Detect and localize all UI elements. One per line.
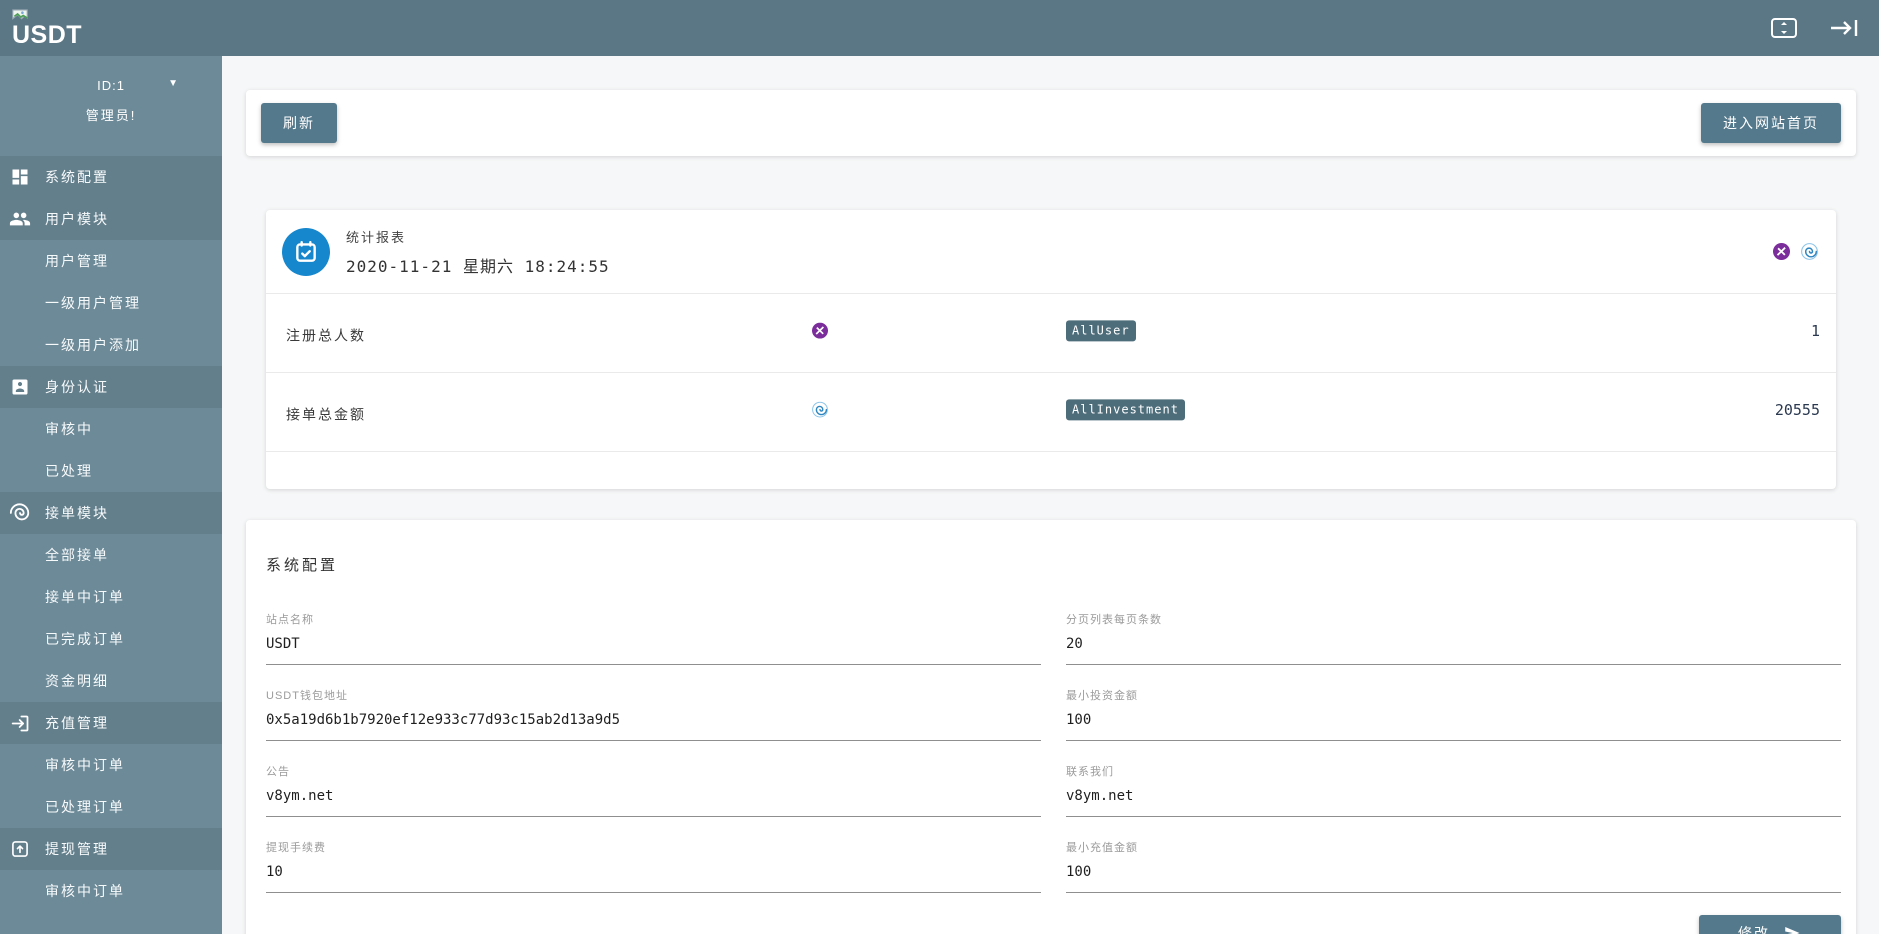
stats-value: 20555	[1774, 401, 1820, 420]
homepage-button[interactable]: 进入网站首页	[1701, 103, 1841, 143]
stats-row-total-investment: 接单总金额 AllInvestment 20555	[266, 373, 1836, 452]
users-icon	[8, 207, 32, 231]
sidebar-item-withdraw-manage[interactable]: 提现管理	[0, 828, 222, 870]
withdraw-icon	[8, 837, 32, 861]
stats-datetime: 2020-11-21 星期六 18:24:55	[346, 256, 610, 276]
sidebar-item-recharge-processed[interactable]: 已处理订单	[0, 786, 222, 828]
config-title: 系统配置	[266, 557, 339, 574]
sidebar-item-orders-completed[interactable]: 已完成订单	[0, 618, 222, 660]
sidebar-item-user-manage[interactable]: 用户管理	[0, 240, 222, 282]
topbar: USDT	[0, 0, 1879, 56]
contact-us-input[interactable]	[1066, 779, 1841, 817]
send-icon	[1782, 924, 1802, 934]
spiral-blue-icon	[812, 401, 828, 418]
dashboard-icon	[8, 165, 32, 189]
field-announcement: 公告	[266, 755, 1041, 831]
sidebar-user-panel: ID:1 ▼ 管理员!	[0, 56, 222, 130]
page-size-input[interactable]	[1066, 627, 1841, 665]
sidebar-item-l1-user-manage[interactable]: 一级用户管理	[0, 282, 222, 324]
field-withdraw-fee: 提现手续费	[266, 831, 1041, 907]
min-recharge-input[interactable]	[1066, 855, 1841, 893]
stats-card: 统计报表 2020-11-21 星期六 18:24:55 注册总人数 AllUs…	[266, 210, 1836, 489]
calendar-check-icon	[282, 227, 330, 276]
stats-row-label: 注册总人数	[286, 327, 366, 344]
stats-badge: AllUser	[1066, 320, 1136, 342]
sidebar-item-user-module[interactable]: 用户模块	[0, 198, 222, 240]
sidebar: ID:1 ▼ 管理员! 系统配置 用户模块 用户管理 一级用户管理 一级用户添加…	[0, 56, 222, 934]
sidebar-item-l1-user-add[interactable]: 一级用户添加	[0, 324, 222, 366]
spiral-blue-icon	[1801, 243, 1818, 260]
stats-badge: AllInvestment	[1066, 399, 1185, 421]
withdraw-fee-input[interactable]	[266, 855, 1041, 893]
field-page-size: 分页列表每页条数	[1066, 603, 1841, 679]
globe-purple-icon	[1773, 243, 1790, 260]
stats-row-label: 接单总金额	[286, 406, 366, 423]
sidebar-menu: 系统配置 用户模块 用户管理 一级用户管理 一级用户添加 身份认证 审核中 已处…	[0, 156, 222, 912]
stats-header: 统计报表 2020-11-21 星期六 18:24:55	[266, 210, 1836, 294]
sidebar-item-identity-auth[interactable]: 身份认证	[0, 366, 222, 408]
spiral-icon	[8, 501, 32, 525]
field-min-investment: 最小投资金额	[1066, 679, 1841, 755]
min-investment-input[interactable]	[1066, 703, 1841, 741]
field-min-recharge: 最小充值金额	[1066, 831, 1841, 907]
site-name-input[interactable]	[266, 627, 1041, 665]
sidebar-item-recharge-reviewing[interactable]: 审核中订单	[0, 744, 222, 786]
stats-row-registered-users: 注册总人数 AllUser 1	[266, 294, 1836, 373]
field-contact-us: 联系我们	[1066, 755, 1841, 831]
refresh-button[interactable]: 刷新	[261, 103, 337, 143]
stats-title: 统计报表	[346, 229, 407, 245]
usdt-wallet-input[interactable]	[266, 703, 1041, 741]
modify-button[interactable]: 修改	[1699, 915, 1841, 934]
toolbar-card: 刷新 进入网站首页	[246, 90, 1856, 156]
sidebar-item-orders-in-progress[interactable]: 接单中订单	[0, 576, 222, 618]
sidebar-item-order-module[interactable]: 接单模块	[0, 492, 222, 534]
sidebar-item-reviewing[interactable]: 审核中	[0, 408, 222, 450]
brand: USDT	[12, 8, 83, 49]
user-role: 管理员!	[85, 108, 137, 123]
sidebar-item-fund-details[interactable]: 资金明细	[0, 660, 222, 702]
brand-title: USDT	[12, 20, 83, 49]
main-content: 刷新 进入网站首页 统计报表 2020-11-21 星期六 18:24:55 注…	[222, 56, 1879, 934]
config-fields: 站点名称 分页列表每页条数 USDT钱包地址 最小投资金额 公告	[266, 603, 1841, 907]
stats-value: 1	[1810, 322, 1820, 341]
fullscreen-icon[interactable]	[1769, 13, 1799, 43]
sidebar-item-processed[interactable]: 已处理	[0, 450, 222, 492]
system-config-card: 系统配置 站点名称 分页列表每页条数 USDT钱包地址 最小投资金额	[246, 520, 1856, 934]
field-site-name: 站点名称	[266, 603, 1041, 679]
broken-image-icon	[12, 8, 82, 22]
chevron-down-icon[interactable]: ▼	[168, 78, 178, 89]
globe-purple-icon	[812, 322, 828, 339]
recharge-icon	[8, 711, 32, 735]
logout-icon[interactable]	[1829, 13, 1859, 43]
id-badge-icon	[8, 375, 32, 399]
field-usdt-wallet: USDT钱包地址	[266, 679, 1041, 755]
announcement-input[interactable]	[266, 779, 1041, 817]
user-id: ID:1	[97, 78, 125, 93]
sidebar-item-recharge-manage[interactable]: 充值管理	[0, 702, 222, 744]
sidebar-item-all-orders[interactable]: 全部接单	[0, 534, 222, 576]
sidebar-item-withdraw-reviewing[interactable]: 审核中订单	[0, 870, 222, 912]
sidebar-item-system-config[interactable]: 系统配置	[0, 156, 222, 198]
